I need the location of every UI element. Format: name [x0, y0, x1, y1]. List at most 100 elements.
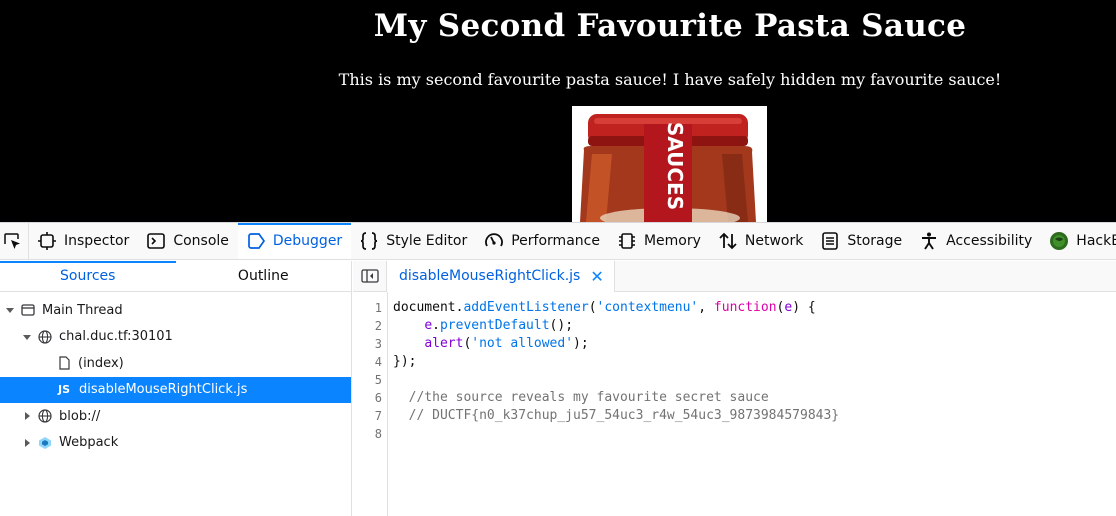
code-line-1: document.addEventListener('contextmenu',…: [393, 299, 1116, 317]
line-number[interactable]: 6: [353, 389, 387, 407]
code-line-7: // DUCTF{n0_k37chup_ju57_54uc3_r4w_54uc3…: [393, 408, 840, 423]
tab-label: Network: [744, 233, 804, 249]
chevron-right-icon[interactable]: [21, 410, 33, 422]
tab-label: HackBar: [1076, 233, 1116, 249]
code-token: ) {: [792, 300, 816, 315]
code-token: .: [432, 318, 440, 333]
console-icon: [147, 233, 166, 249]
code-token: function: [713, 300, 777, 315]
tab-inspector[interactable]: Inspector: [29, 223, 138, 259]
line-number[interactable]: 1: [353, 299, 387, 317]
element-picker-icon: [4, 233, 20, 249]
code-token: 'not allowed': [471, 336, 574, 351]
code-line-3: alert('not allowed');: [393, 335, 1116, 353]
tab-network[interactable]: Network: [710, 223, 812, 259]
line-number[interactable]: 8: [353, 425, 387, 443]
line-number[interactable]: 5: [353, 371, 387, 389]
tab-label: Storage: [847, 233, 903, 249]
sources-pane: Sources Outline Main Thread chal.duc.tf:…: [0, 261, 352, 516]
tree-item-label: disableMouseRightClick.js: [79, 382, 248, 398]
js-file-icon: JS: [58, 383, 71, 397]
code-token: ();: [549, 318, 574, 333]
editor-tab-bar: disableMouseRightClick.js ✕: [353, 260, 1116, 292]
tab-console[interactable]: Console: [138, 223, 238, 259]
editor-pane: disableMouseRightClick.js ✕ 1 2 3 4 5 6 …: [353, 260, 1116, 516]
line-number[interactable]: 7: [353, 407, 387, 425]
network-icon: [719, 232, 737, 250]
element-picker-button[interactable]: [0, 223, 29, 259]
tree-item-label: blob://: [59, 408, 101, 424]
editor-file-tab[interactable]: disableMouseRightClick.js ✕: [387, 260, 615, 292]
performance-icon: [485, 233, 504, 247]
tab-label: Performance: [511, 233, 600, 249]
code-token: );: [573, 336, 589, 351]
tab-label: Style Editor: [386, 233, 468, 249]
storage-icon: [822, 232, 839, 250]
tree-item-webpack[interactable]: Webpack: [0, 430, 351, 457]
tab-hackbar[interactable]: HackBar: [1041, 223, 1116, 259]
toggle-sources-pane-button[interactable]: [353, 260, 387, 292]
line-number-gutter: 1 2 3 4 5 6 7 8: [353, 292, 388, 516]
tab-debugger[interactable]: Debugger: [237, 223, 352, 259]
tab-label: Inspector: [64, 233, 130, 249]
code-token: alert: [424, 336, 464, 351]
inspector-icon: [38, 232, 56, 250]
code-line-4: });: [393, 354, 417, 369]
editor-file-tab-label: disableMouseRightClick.js: [399, 268, 581, 284]
code-line-2: e.preventDefault();: [393, 317, 1116, 335]
code-token: 'contextmenu': [596, 300, 699, 315]
line-number[interactable]: 3: [353, 335, 387, 353]
globe-icon: [37, 408, 53, 424]
tab-label: Console: [173, 233, 229, 249]
tab-sources[interactable]: Sources: [0, 261, 176, 291]
tab-performance[interactable]: Performance: [476, 223, 609, 259]
tab-label: Debugger: [272, 233, 343, 249]
code-lines: document. addEventListener('contextmenu',…: [393, 299, 1116, 443]
code-token: ,: [698, 300, 714, 315]
page-description: This is my second favourite pasta sauce!…: [338, 70, 1002, 89]
tree-item-file-selected[interactable]: JS disableMouseRightClick.js: [0, 376, 351, 403]
tab-storage[interactable]: Storage: [812, 223, 911, 259]
tree-item-blob[interactable]: blob://: [0, 403, 351, 430]
tab-style-editor[interactable]: Style Editor: [351, 223, 476, 259]
globe-icon: [37, 329, 53, 345]
devtools-panel: Inspector Console Debugger Style Editor: [0, 222, 1116, 516]
chevron-down-icon[interactable]: [4, 304, 16, 316]
sidebar-toggle-icon: [360, 269, 379, 283]
code-token: e: [424, 318, 433, 333]
tree-item-label: Main Thread: [42, 302, 123, 318]
tree-item-label: chal.duc.tf:30101: [59, 329, 173, 345]
sauce-jar-image: SAUCES: [572, 106, 767, 222]
code-token: (: [588, 300, 597, 315]
close-icon[interactable]: ✕: [590, 267, 603, 286]
tab-memory[interactable]: Memory: [609, 223, 710, 259]
tree-item-label: Webpack: [59, 435, 119, 451]
line-number[interactable]: 4: [353, 353, 387, 371]
tab-label: Accessibility: [946, 233, 1033, 249]
chevron-down-icon[interactable]: [21, 331, 33, 343]
chevron-right-icon[interactable]: [21, 437, 33, 449]
debugger-icon: [248, 233, 265, 249]
tree-item-index[interactable]: (index): [0, 350, 351, 377]
memory-icon: [618, 233, 635, 249]
code-editor[interactable]: 1 2 3 4 5 6 7 8 document. addEventListene…: [353, 292, 1116, 516]
tab-accessibility[interactable]: Accessibility: [911, 223, 1041, 259]
hackbar-icon: [1050, 232, 1069, 250]
code-token: addEventListener: [463, 300, 589, 315]
line-number[interactable]: 2: [353, 317, 387, 335]
tab-outline[interactable]: Outline: [176, 261, 352, 291]
devtools-toolbar: Inspector Console Debugger Style Editor: [0, 223, 1116, 260]
tree-item-host[interactable]: chal.duc.tf:30101: [0, 324, 351, 351]
accessibility-icon: [922, 232, 937, 250]
debugger-panes: Sources Outline Main Thread chal.duc.tf:…: [0, 260, 1116, 516]
sources-tree: Main Thread chal.duc.tf:30101 (index) JS…: [0, 292, 351, 456]
web-page: My Second Favourite Pasta Sauce This is …: [0, 0, 1116, 222]
page-title: My Second Favourite Pasta Sauce: [373, 8, 967, 44]
code-token: document: [393, 300, 456, 315]
tab-label: Memory: [643, 233, 701, 249]
window-icon: [20, 302, 36, 318]
tree-item-main-thread[interactable]: Main Thread: [0, 297, 351, 324]
